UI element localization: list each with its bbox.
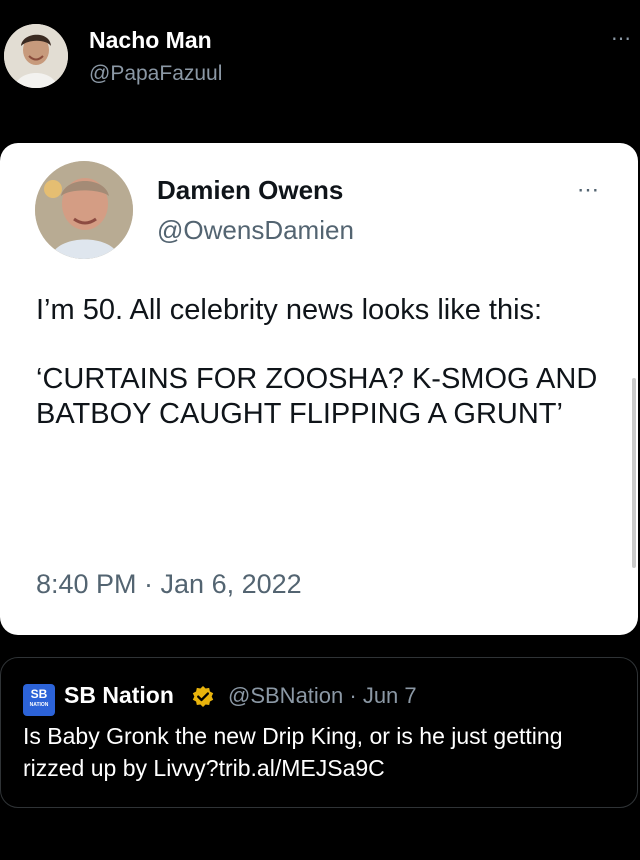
embedded-tweet-card: Damien Owens @OwensDamien ⋯ I’m 50. All … — [0, 143, 638, 635]
logo-subtext: NATION — [29, 702, 49, 708]
avatar-image — [4, 24, 68, 88]
display-name[interactable]: Damien Owens — [157, 175, 343, 206]
avatar[interactable] — [35, 161, 133, 259]
handle-and-date[interactable]: @SBNation · Jun 7 — [228, 683, 417, 709]
outer-tweet-header: Nacho Man @PapaFazuul ⋯ — [0, 0, 640, 110]
logo-text: SB — [30, 687, 48, 701]
sb-nation-logo[interactable]: SB NATION — [23, 684, 55, 716]
avatar-image — [35, 161, 133, 259]
tweet-paragraph: ‘CURTAINS FOR ZOOSHA? K-SMOG AND BATBOY … — [36, 363, 598, 430]
tweet-text: I’m 50. All celebrity news looks like th… — [36, 293, 611, 466]
tweet-paragraph: I’m 50. All celebrity news looks like th… — [36, 294, 543, 326]
display-name[interactable]: SB Nation — [64, 682, 174, 709]
more-options-icon[interactable]: ⋯ — [611, 26, 632, 51]
avatar[interactable] — [4, 24, 68, 88]
scrollbar[interactable] — [632, 378, 636, 568]
user-handle[interactable]: @OwensDamien — [157, 215, 354, 246]
display-name[interactable]: Nacho Man — [89, 27, 212, 54]
quoted-tweet-text: Is Baby Gronk the new Drip King, or is h… — [23, 723, 563, 781]
quoted-tweet[interactable]: SB NATION SB Nation @SBNation · Jun 7 Is… — [0, 657, 638, 808]
more-options-icon[interactable]: ⋯ — [577, 177, 600, 203]
tweet-timestamp[interactable]: 8:40 PM · Jan 6, 2022 — [36, 569, 302, 600]
verified-badge-icon — [192, 685, 214, 707]
user-handle[interactable]: @PapaFazuul — [89, 62, 222, 86]
